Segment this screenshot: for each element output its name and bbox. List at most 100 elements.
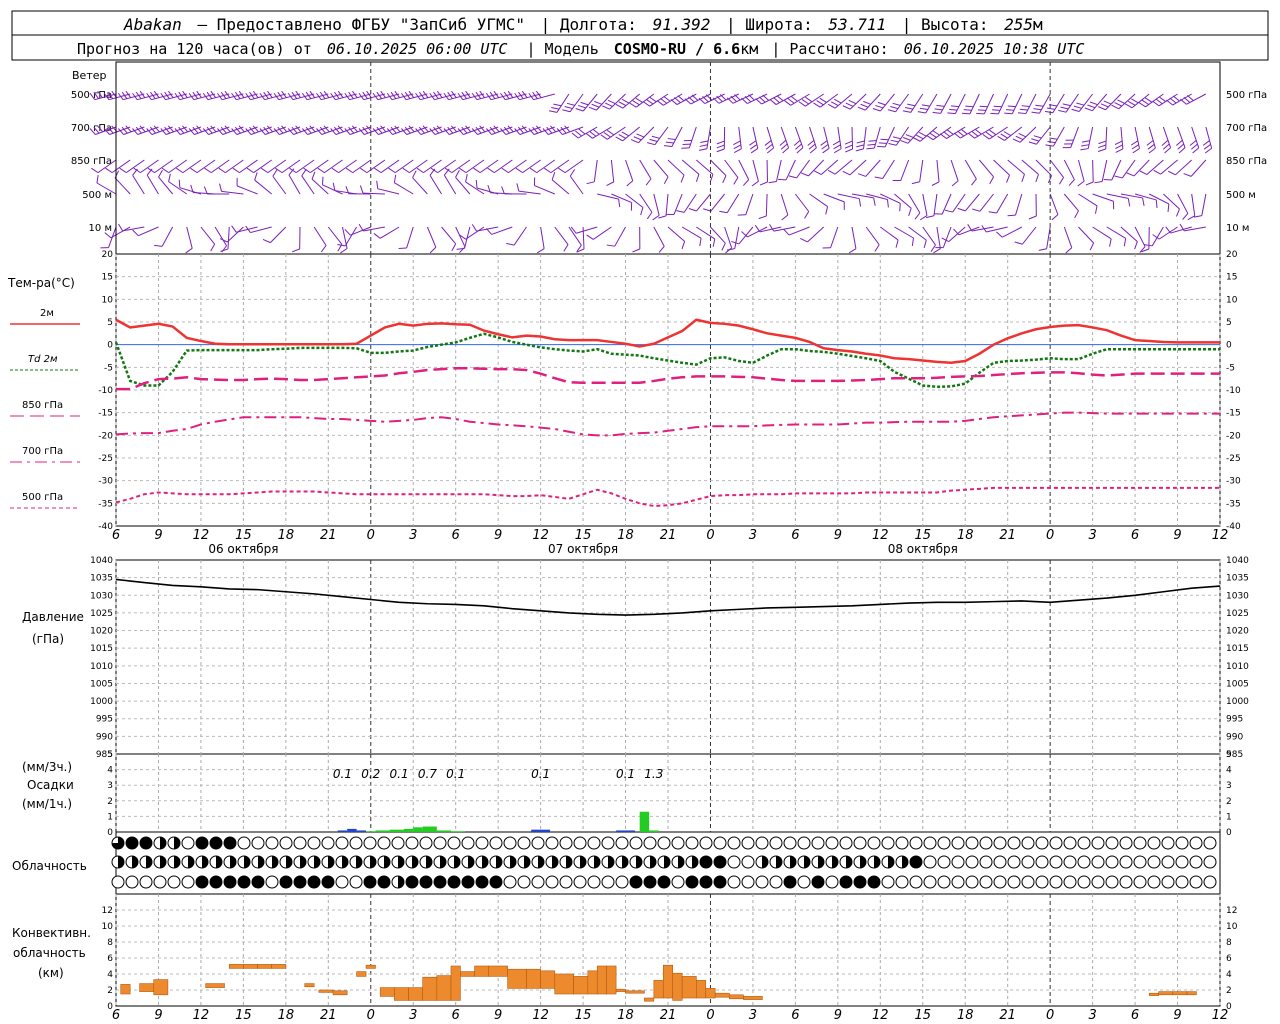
wind-barb-feather	[516, 183, 520, 192]
tick-label-right: 1020	[1226, 627, 1249, 637]
wind-barb-feather	[459, 167, 467, 174]
wind-barb	[388, 159, 414, 174]
wind-barb	[724, 159, 739, 185]
wind-barb-shaft	[327, 226, 343, 245]
wind-barb-feather	[800, 172, 809, 177]
wind-barb	[964, 159, 977, 186]
cloud-symbol	[1189, 875, 1203, 889]
cloud-half	[314, 856, 320, 868]
wind-barb-feather	[997, 135, 1005, 141]
tick-label-left: -20	[98, 431, 113, 441]
cloud-circle	[1091, 836, 1105, 850]
wind-barb	[444, 159, 471, 174]
wind-barb-feather	[600, 134, 608, 140]
wind-barb-feather	[621, 98, 630, 104]
wind-barb-feather	[890, 106, 899, 110]
wind-barb-feather	[934, 108, 943, 111]
wind-barb	[602, 93, 626, 110]
wind-barb-feather	[907, 103, 916, 107]
wind-barb-feather	[359, 185, 364, 194]
tick-label-left: 15	[102, 273, 113, 283]
wind-barb-feather	[976, 112, 985, 115]
wind-barb	[313, 226, 327, 253]
tick-label-right: 3	[1226, 781, 1232, 791]
wind-barb	[758, 193, 768, 220]
cloud-half	[692, 856, 698, 868]
wind-barb	[331, 159, 357, 174]
wind-barb	[798, 93, 824, 107]
wind-barb	[528, 90, 555, 101]
cloud-half	[440, 856, 446, 868]
cloud-circle	[1035, 875, 1049, 889]
temp-legend-label: Td 2м	[28, 354, 58, 365]
wind-barb	[458, 226, 485, 240]
wind-barb	[585, 126, 612, 139]
cloud-symbol	[881, 875, 895, 889]
wind-barb-shaft	[214, 226, 228, 247]
cloud-circle	[587, 875, 601, 889]
cloud-circle	[195, 875, 209, 889]
conv-title-3: (км)	[38, 966, 64, 980]
cloud-symbol	[531, 836, 545, 850]
tick-label-right: 15	[1226, 273, 1237, 283]
wind-barb	[976, 93, 994, 115]
cloud-symbol	[447, 855, 461, 869]
cloud-symbol	[769, 836, 783, 850]
wind-barb	[887, 93, 910, 113]
wind-barb-feather	[1081, 140, 1090, 143]
cloud-circle	[811, 875, 825, 889]
wind-title: Ветер	[72, 69, 106, 82]
cloud-circle	[293, 836, 307, 850]
wind-barb-feather	[1148, 147, 1156, 154]
cloud-circle	[405, 836, 419, 850]
tick-label-right: 1	[1226, 812, 1232, 822]
cloud-symbol	[811, 875, 825, 889]
wind-barb	[1161, 126, 1172, 154]
wind-barb	[911, 159, 924, 185]
wind-barb	[931, 159, 940, 186]
cloud-half	[118, 856, 124, 868]
wind-barb	[219, 183, 244, 195]
cloud-symbol	[1105, 855, 1119, 869]
cloud-circle	[433, 875, 447, 889]
wind-level-right: 10 м	[1226, 223, 1249, 234]
wind-barb-shaft	[653, 226, 665, 247]
cloud-circle	[1007, 855, 1021, 869]
cloud-symbol	[125, 836, 139, 850]
cloud-symbol	[1189, 855, 1203, 869]
wind-barb-feather	[1124, 103, 1133, 109]
wind-barb-shaft	[379, 226, 400, 239]
wind-barb-shaft	[738, 159, 750, 180]
wind-barb-shaft	[168, 159, 188, 174]
wind-barb-feather	[1166, 99, 1173, 106]
conv-bar	[271, 964, 287, 969]
cloud-symbol	[503, 875, 517, 889]
wind-barb-feather	[1081, 144, 1090, 147]
hour-label-bottom: 12	[193, 1008, 210, 1023]
wind-barb-shaft	[794, 193, 810, 212]
cloud-circle	[1147, 855, 1161, 869]
wind-barb-feather	[175, 167, 184, 174]
precip-bar	[366, 831, 376, 832]
cloud-symbol	[335, 836, 349, 850]
cloud-circle	[615, 836, 629, 850]
wind-barb-feather	[971, 130, 979, 137]
hour-label-bottom: 12	[532, 1008, 549, 1023]
cloud-circle	[1189, 836, 1203, 850]
wind-barb-feather	[856, 140, 865, 144]
wind-barb	[1168, 159, 1193, 176]
wind-barb-feather	[930, 244, 936, 252]
wind-barb-feather	[749, 140, 757, 146]
cloud-symbol	[545, 855, 559, 869]
wind-barb-feather	[1065, 247, 1073, 254]
wind-barb-feather	[1031, 138, 1040, 142]
cloud-symbol	[1021, 836, 1035, 850]
cloud-symbol	[377, 875, 391, 889]
wind-barb-feather	[231, 225, 237, 233]
cloud-circle	[1091, 855, 1105, 869]
wind-barb-shaft	[465, 159, 485, 174]
wind-barb-feather	[451, 243, 457, 252]
cloud-symbol	[251, 875, 265, 889]
wind-barb-feather	[1068, 179, 1075, 186]
cloud-circle	[461, 836, 475, 850]
